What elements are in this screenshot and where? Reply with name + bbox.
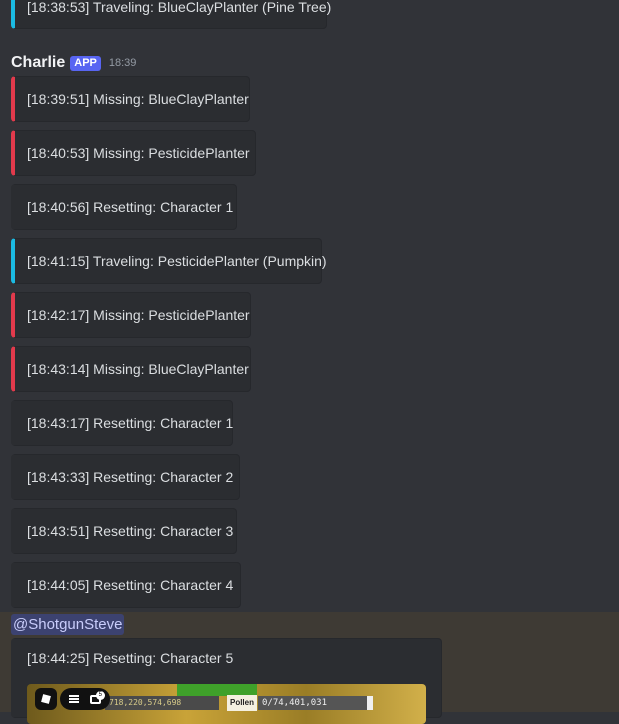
embed-text: [18:38:53] Traveling: BlueClayPlanter (P… bbox=[27, 0, 332, 15]
embed-text: [18:40:53] Missing: PesticidePlanter bbox=[27, 145, 250, 161]
log-embed: [18:43:33] Resetting: Character 2 bbox=[11, 454, 240, 500]
author-name[interactable]: Charlie bbox=[11, 54, 65, 72]
log-embed: [18:39:51] Missing: BlueClayPlanter bbox=[11, 76, 250, 122]
log-embed: [18:40:56] Resetting: Character 1 bbox=[11, 184, 237, 230]
embed-text: [18:43:51] Resetting: Character 3 bbox=[27, 523, 234, 539]
roblox-logo-icon bbox=[35, 688, 57, 710]
embed-text: [18:43:33] Resetting: Character 2 bbox=[27, 469, 234, 485]
log-embed: [18:40:53] Missing: PesticidePlanter bbox=[11, 130, 256, 176]
embed-text: [18:39:51] Missing: BlueClayPlanter bbox=[27, 91, 249, 107]
app-badge: APP bbox=[70, 55, 101, 71]
image-pollen-label: Pollen bbox=[227, 695, 257, 711]
image-stat-value: 718,220,574,698 bbox=[105, 696, 219, 710]
embed-text: [18:42:17] Missing: PesticidePlanter bbox=[27, 307, 250, 323]
log-embed: [18:44:05] Resetting: Character 4 bbox=[11, 562, 241, 608]
log-embed: [18:43:17] Resetting: Character 1 bbox=[11, 400, 233, 446]
embed-text: [18:44:25] Resetting: Character 5 bbox=[27, 650, 234, 666]
embed-text: [18:41:15] Traveling: PesticidePlanter (… bbox=[27, 253, 327, 269]
log-embed: [18:38:53] Traveling: BlueClayPlanter (P… bbox=[11, 0, 331, 29]
embed-text: [18:44:05] Resetting: Character 4 bbox=[27, 577, 234, 593]
log-embed: [18:43:51] Resetting: Character 3 bbox=[11, 508, 237, 554]
embed-text: [18:40:56] Resetting: Character 1 bbox=[27, 199, 234, 215]
message-timestamp[interactable]: 18:39 bbox=[109, 57, 137, 69]
embed-text: [18:43:14] Missing: BlueClayPlanter bbox=[27, 361, 249, 377]
menu-icon bbox=[69, 695, 80, 703]
embed-text: [18:43:17] Resetting: Character 1 bbox=[27, 415, 234, 431]
chat-icon: 5 bbox=[89, 690, 105, 704]
image-pollen-value: 0/74,401,031 bbox=[258, 696, 368, 710]
log-embed: [18:43:14] Missing: BlueClayPlanter bbox=[11, 346, 251, 392]
message-header: Charlie APP 18:39 bbox=[11, 53, 136, 73]
log-embed: [18:41:15] Traveling: PesticidePlanter (… bbox=[11, 238, 327, 284]
chat-badge: 5 bbox=[95, 690, 105, 700]
log-embed: [18:42:17] Missing: PesticidePlanter bbox=[11, 292, 251, 338]
user-mention[interactable]: @ShotgunSteve bbox=[11, 614, 125, 635]
game-controls: 5 bbox=[60, 688, 110, 710]
image-white-segment bbox=[367, 696, 373, 710]
